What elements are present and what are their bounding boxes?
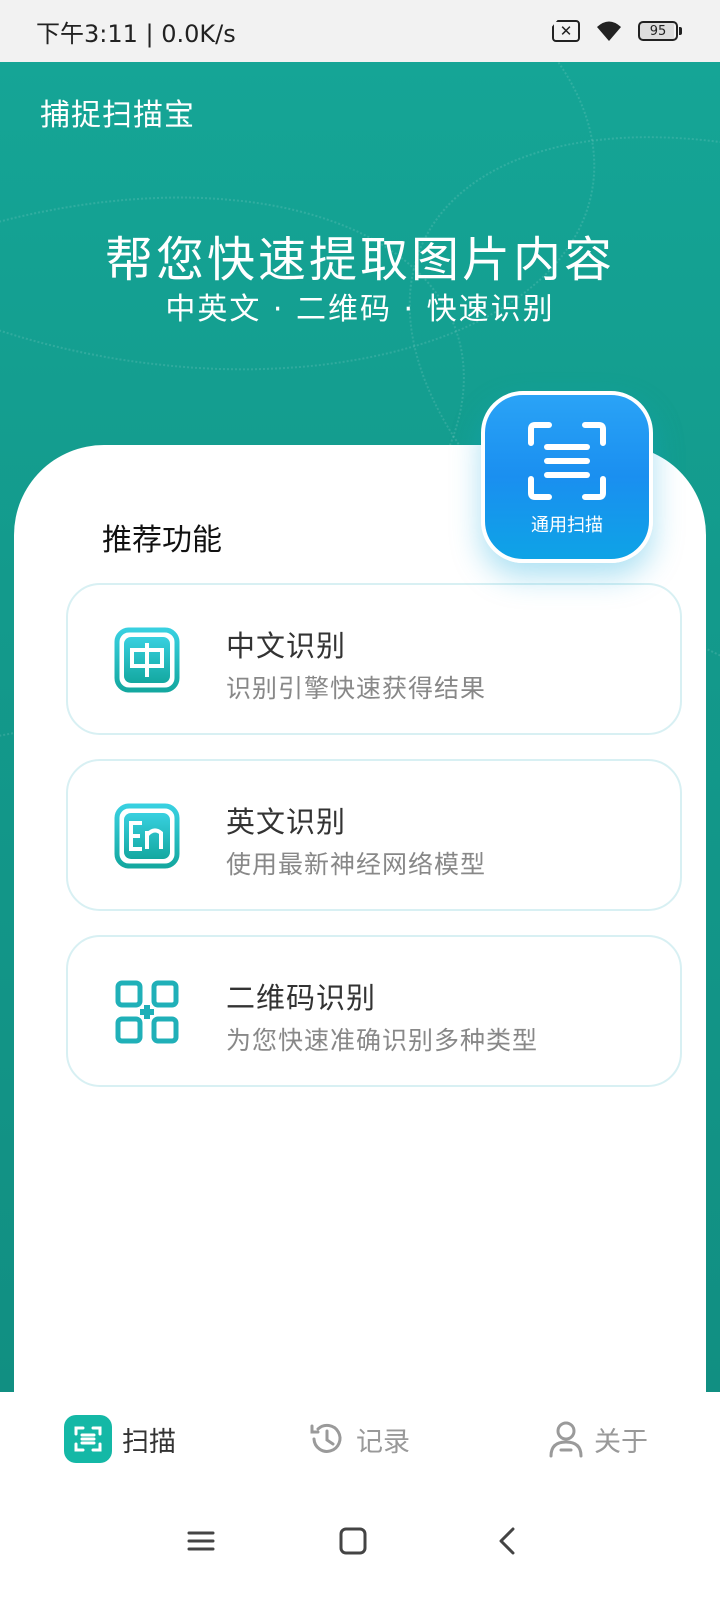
tab-history[interactable]: 记录 (308, 1412, 410, 1466)
tab-label: 记录 (356, 1426, 410, 1458)
wifi-icon (597, 21, 621, 41)
status-bar: 下午3:11 | 0.0K/s ✕ 95 (0, 0, 720, 62)
tab-scan[interactable]: 扫描 (64, 1412, 176, 1466)
scan-frame-icon (528, 422, 606, 500)
hero-subheadline: 中英文 · 二维码 · 快速识别 (165, 292, 555, 327)
bottom-tab-bar: 扫描 记录 关于 (0, 1392, 720, 1502)
user-icon (549, 1421, 583, 1458)
feature-description: 为您快速准确识别多种类型 (226, 1026, 539, 1055)
back-icon[interactable] (494, 1526, 520, 1556)
battery-icon: 95 (638, 21, 682, 41)
feature-chinese-recognition[interactable]: 中文识别 识别引擎快速获得结果 (66, 583, 682, 735)
chinese-char-icon (114, 627, 180, 693)
hero-headline: 帮您快速提取图片内容 (104, 232, 615, 288)
feature-name: 英文识别 (226, 805, 347, 839)
features-card: 推荐功能 中文识别 识别引擎快速获得结果 英文识别 使用最新神经网络模型 二维码… (14, 445, 706, 1435)
menu-icon[interactable] (186, 1526, 216, 1556)
tab-label: 扫描 (122, 1426, 176, 1458)
feature-english-recognition[interactable]: 英文识别 使用最新神经网络模型 (66, 759, 682, 911)
english-en-icon (114, 803, 180, 869)
status-time: 下午3:11 | 0.0K/s (36, 19, 236, 48)
tab-label: 关于 (594, 1426, 648, 1458)
system-nav-bar (0, 1502, 720, 1600)
feature-description: 识别引擎快速获得结果 (226, 674, 487, 703)
app-title: 捕捉扫描宝 (40, 98, 195, 133)
section-title: 推荐功能 (102, 523, 222, 558)
no-sim-icon: ✕ (552, 20, 580, 42)
feature-name: 二维码识别 (226, 981, 377, 1015)
qr-code-icon (115, 980, 179, 1044)
scan-button-label: 通用扫描 (531, 515, 603, 536)
scan-icon (64, 1415, 112, 1463)
home-icon[interactable] (338, 1526, 368, 1556)
battery-level: 95 (638, 21, 678, 41)
feature-qr-recognition[interactable]: 二维码识别 为您快速准确识别多种类型 (66, 935, 682, 1087)
feature-description: 使用最新神经网络模型 (226, 850, 487, 879)
general-scan-button[interactable]: 通用扫描 (481, 391, 653, 563)
tab-about[interactable]: 关于 (548, 1412, 648, 1466)
feature-name: 中文识别 (226, 629, 347, 663)
history-icon (310, 1423, 342, 1453)
status-icons: ✕ 95 (552, 19, 682, 43)
